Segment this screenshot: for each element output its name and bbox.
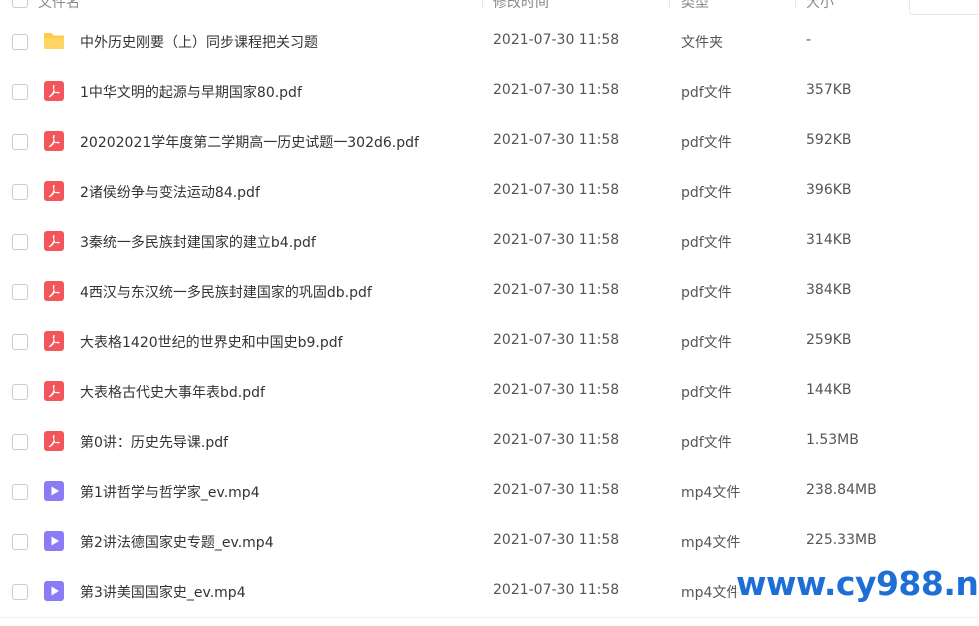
- file-modified-time: 2021-07-30 11:58: [493, 232, 620, 248]
- column-divider[interactable]: [482, 0, 483, 8]
- file-name[interactable]: 第0讲：历史先导课.pdf: [80, 432, 228, 452]
- column-header-type[interactable]: 类型: [681, 0, 709, 12]
- column-header-size[interactable]: 大小: [806, 0, 834, 12]
- file-name[interactable]: 20202021学年度第二学期高一历史试题一302d6.pdf: [80, 132, 419, 152]
- video-icon: [43, 530, 65, 552]
- row-checkbox[interactable]: [12, 534, 28, 550]
- pdf-icon: [43, 130, 65, 152]
- file-type: pdf文件: [681, 385, 732, 401]
- row-checkbox[interactable]: [12, 184, 28, 200]
- file-modified-time: 2021-07-30 11:58: [493, 582, 620, 598]
- file-name[interactable]: 3秦统一多民族封建国家的建立b4.pdf: [80, 232, 316, 252]
- row-checkbox[interactable]: [12, 384, 28, 400]
- file-modified-time: 2021-07-30 11:58: [493, 32, 620, 48]
- file-type: pdf文件: [681, 185, 732, 201]
- file-modified-time: 2021-07-30 11:58: [493, 532, 620, 548]
- file-name[interactable]: 大表格古代史大事年表bd.pdf: [80, 382, 265, 402]
- file-size: 396KB: [806, 182, 852, 198]
- file-name[interactable]: 4西汉与东汉统一多民族封建国家的巩固db.pdf: [80, 282, 372, 302]
- row-checkbox[interactable]: [12, 234, 28, 250]
- column-divider[interactable]: [669, 0, 670, 8]
- watermark-text: www.cy988.net: [736, 558, 979, 610]
- file-row[interactable]: 第0讲：历史先导课.pdf 2021-07-30 11:58 pdf文件 1.53MB: [0, 417, 979, 467]
- pdf-icon: [43, 330, 65, 352]
- file-name[interactable]: 第1讲哲学与哲学家_ev.mp4: [80, 482, 260, 502]
- video-icon: [43, 580, 65, 602]
- divider: [0, 617, 979, 618]
- file-type: pdf文件: [681, 235, 732, 251]
- file-type: mp4文件: [681, 535, 741, 551]
- file-modified-time: 2021-07-30 11:58: [493, 332, 620, 348]
- row-checkbox[interactable]: [12, 284, 28, 300]
- file-size: 1.53MB: [806, 432, 859, 448]
- file-row[interactable]: 20202021学年度第二学期高一历史试题一302d6.pdf 2021-07-3…: [0, 117, 979, 167]
- file-row[interactable]: 第1讲哲学与哲学家_ev.mp4 2021-07-30 11:58 mp4文件 238…: [0, 467, 979, 517]
- file-type: pdf文件: [681, 335, 732, 351]
- file-size: 384KB: [806, 282, 852, 298]
- file-name[interactable]: 中外历史刚要（上）同步课程把关习题: [80, 32, 318, 52]
- column-divider[interactable]: [795, 0, 796, 8]
- pdf-icon: [43, 180, 65, 202]
- row-checkbox[interactable]: [12, 434, 28, 450]
- file-row[interactable]: 中外历史刚要（上）同步课程把关习题 2021-07-30 11:58 文件夹 -: [0, 17, 979, 67]
- file-name[interactable]: 1中华文明的起源与早期国家80.pdf: [80, 82, 302, 102]
- file-name[interactable]: 第3讲美国国家史_ev.mp4: [80, 582, 246, 602]
- file-modified-time: 2021-07-30 11:58: [493, 132, 620, 148]
- header-corner-panel: [909, 0, 979, 15]
- file-modified-time: 2021-07-30 11:58: [493, 482, 620, 498]
- file-modified-time: 2021-07-30 11:58: [493, 182, 620, 198]
- file-size: 259KB: [806, 332, 852, 348]
- row-checkbox[interactable]: [12, 334, 28, 350]
- file-name[interactable]: 大表格1420世纪的世界史和中国史b9.pdf: [80, 332, 343, 352]
- video-icon: [43, 480, 65, 502]
- file-type: pdf文件: [681, 85, 732, 101]
- file-list: 中外历史刚要（上）同步课程把关习题 2021-07-30 11:58 文件夹 - 1中华…: [0, 17, 979, 617]
- column-header-time[interactable]: 修改时间: [493, 0, 549, 12]
- row-checkbox[interactable]: [12, 584, 28, 600]
- pdf-icon: [43, 230, 65, 252]
- pdf-icon: [43, 80, 65, 102]
- file-size: 144KB: [806, 382, 852, 398]
- select-all-checkbox[interactable]: [12, 0, 28, 8]
- pdf-icon: [43, 430, 65, 452]
- file-size: 592KB: [806, 132, 852, 148]
- folder-icon: [43, 30, 65, 52]
- file-name[interactable]: 第2讲法德国家史专题_ev.mp4: [80, 532, 274, 552]
- row-checkbox[interactable]: [12, 34, 28, 50]
- file-size: 238.84MB: [806, 482, 877, 498]
- column-header-name[interactable]: 文件名: [38, 0, 80, 12]
- file-row[interactable]: 大表格1420世纪的世界史和中国史b9.pdf 2021-07-30 11:58 p…: [0, 317, 979, 367]
- file-type: 文件夹: [681, 35, 723, 51]
- file-row[interactable]: 大表格古代史大事年表bd.pdf 2021-07-30 11:58 pdf文件 144…: [0, 367, 979, 417]
- file-row[interactable]: 2诸侯纷争与变法运动84.pdf 2021-07-30 11:58 pdf文件 396…: [0, 167, 979, 217]
- file-type: pdf文件: [681, 435, 732, 451]
- row-checkbox[interactable]: [12, 134, 28, 150]
- file-row[interactable]: 3秦统一多民族封建国家的建立b4.pdf 2021-07-30 11:58 pdf文…: [0, 217, 979, 267]
- file-type: mp4文件: [681, 585, 741, 601]
- file-modified-time: 2021-07-30 11:58: [493, 282, 620, 298]
- file-type: pdf文件: [681, 285, 732, 301]
- file-modified-time: 2021-07-30 11:58: [493, 432, 620, 448]
- file-list-header: 文件名 修改时间 类型 大小: [0, 0, 979, 16]
- file-size: 314KB: [806, 232, 852, 248]
- file-modified-time: 2021-07-30 11:58: [493, 82, 620, 98]
- row-checkbox[interactable]: [12, 84, 28, 100]
- row-checkbox[interactable]: [12, 484, 28, 500]
- file-type: mp4文件: [681, 485, 741, 501]
- file-type: pdf文件: [681, 135, 732, 151]
- file-size: 225.33MB: [806, 532, 877, 548]
- pdf-icon: [43, 380, 65, 402]
- file-modified-time: 2021-07-30 11:58: [493, 382, 620, 398]
- file-size: -: [806, 32, 812, 48]
- file-size: 357KB: [806, 82, 852, 98]
- pdf-icon: [43, 280, 65, 302]
- file-row[interactable]: 1中华文明的起源与早期国家80.pdf 2021-07-30 11:58 pdf文件…: [0, 67, 979, 117]
- file-name[interactable]: 2诸侯纷争与变法运动84.pdf: [80, 182, 260, 202]
- file-row[interactable]: 4西汉与东汉统一多民族封建国家的巩固db.pdf 2021-07-30 11:58…: [0, 267, 979, 317]
